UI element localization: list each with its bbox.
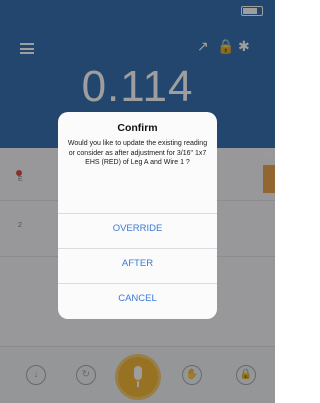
dialog-title: Confirm — [117, 122, 158, 134]
cancel-button[interactable]: CANCEL — [58, 283, 217, 314]
confirm-dialog: Confirm Would you like to update the exi… — [58, 112, 217, 319]
dialog-message: Would you like to update the existing re… — [67, 140, 208, 166]
phone-screen: ↗ 🔒 ✱ 0.114 TS E 2 ↓ ↻ ✋ 🔒 Confirm Would… — [0, 0, 275, 403]
after-button[interactable]: AFTER — [58, 248, 217, 279]
override-button[interactable]: OVERRIDE — [58, 213, 217, 244]
